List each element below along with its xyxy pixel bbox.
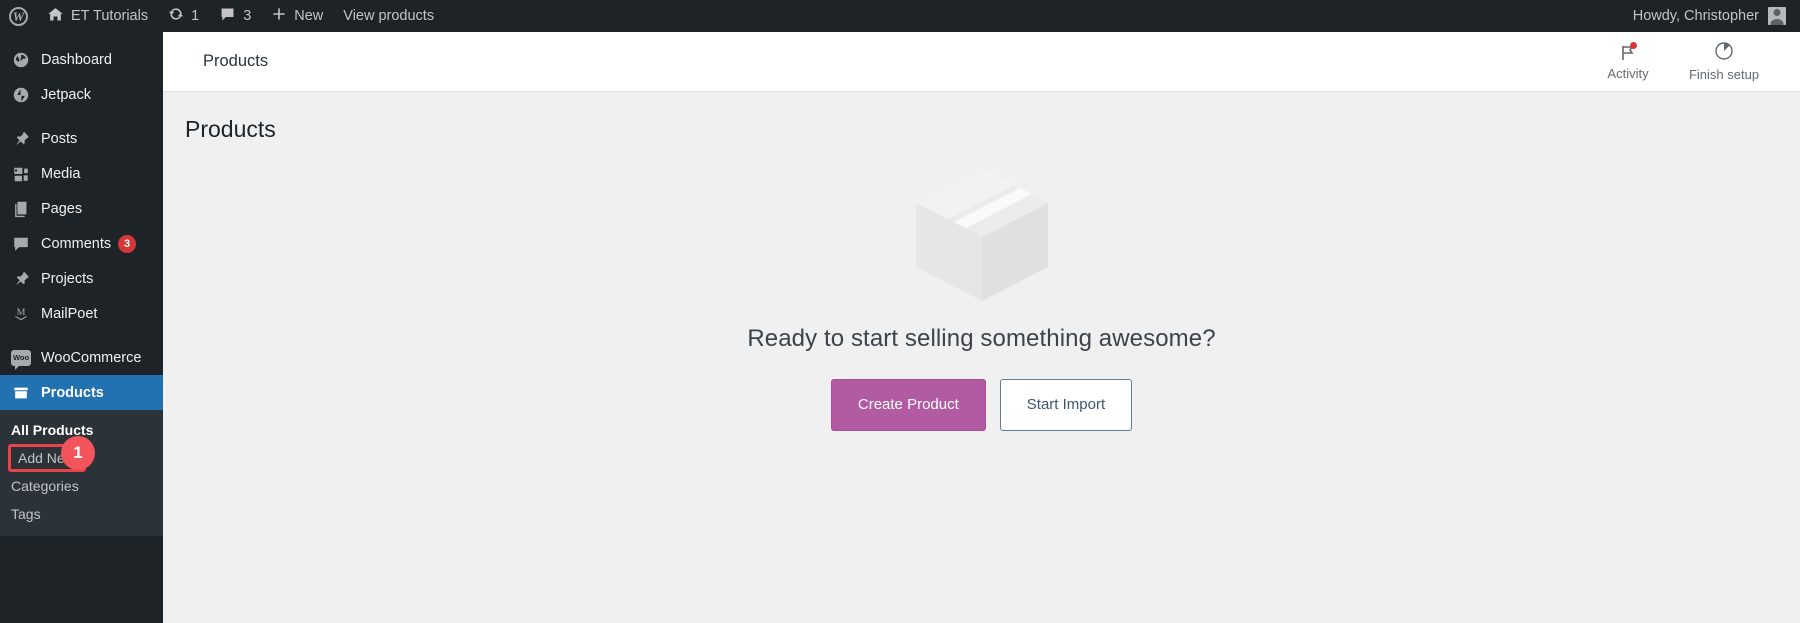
admin-bar: W ET Tutorials 1 3 New View products How… [0, 0, 1800, 32]
sidebar-item-label: Dashboard [41, 51, 112, 68]
flag-icon [1618, 41, 1638, 63]
sidebar-item-woocommerce[interactable]: Woo WooCommerce [0, 340, 163, 375]
comments-menu[interactable]: 3 [209, 0, 261, 32]
sidebar-item-label: MailPoet [41, 305, 98, 322]
empty-state-heading: Ready to start selling something awesome… [747, 324, 1216, 352]
pin-icon [11, 129, 31, 149]
mailpoet-icon: M [11, 304, 31, 324]
sidebar-item-label: Projects [41, 270, 94, 287]
woocommerce-header: Products Activity Finish setup [163, 32, 1800, 92]
finish-setup-button[interactable]: Finish setup [1676, 32, 1772, 92]
empty-state-actions: Create Product Start Import [830, 378, 1133, 431]
svg-text:M: M [17, 306, 26, 317]
create-product-button[interactable]: Create Product [830, 378, 986, 431]
user-avatar-icon [1768, 7, 1786, 25]
wordpress-logo-menu[interactable]: W [0, 0, 37, 32]
admin-sidebar: Dashboard Jetpack Posts Media Pages Comm… [0, 32, 163, 623]
package-box-icon [902, 151, 1062, 311]
sidebar-item-products[interactable]: Products [0, 375, 163, 410]
site-name-menu[interactable]: ET Tutorials [37, 0, 158, 32]
comments-badge: 3 [118, 234, 137, 253]
woocommerce-icon: Woo [11, 348, 31, 370]
sidebar-item-label: WooCommerce [41, 349, 142, 366]
sidebar-item-mailpoet[interactable]: M MailPoet [0, 296, 163, 331]
sidebar-item-label: Pages [41, 200, 83, 217]
sidebar-item-posts[interactable]: Posts [0, 121, 163, 156]
new-content-label: New [294, 8, 324, 24]
comments-count: 3 [243, 8, 252, 24]
woocommerce-header-title: Products [203, 52, 269, 70]
activity-button[interactable]: Activity [1580, 32, 1676, 92]
account-menu[interactable]: Howdy, Christopher [1633, 7, 1800, 25]
products-submenu: All Products Add New Categories Tags [0, 410, 163, 536]
view-products-link[interactable]: View products [333, 0, 444, 32]
media-icon [11, 164, 31, 184]
updates-icon [168, 6, 184, 26]
jetpack-icon [11, 85, 31, 105]
annotation-step-badge: 1 [61, 436, 95, 470]
view-products-label: View products [343, 8, 435, 24]
woo-badge-glyph: Woo [11, 349, 31, 370]
page-title: Products [185, 116, 276, 142]
pin-icon [11, 269, 31, 289]
activity-label: Activity [1607, 65, 1649, 81]
sidebar-item-media[interactable]: Media [0, 156, 163, 191]
page-body: Products Ready to start selling somethin… [163, 92, 1800, 431]
sidebar-item-pages[interactable]: Pages [0, 191, 163, 226]
sidebar-divider [0, 331, 163, 340]
finish-setup-label: Finish setup [1688, 67, 1760, 82]
progress-circle-icon [1714, 41, 1734, 64]
sidebar-item-label: Comments [41, 235, 112, 252]
plus-icon [271, 6, 287, 26]
products-icon [11, 383, 31, 403]
updates-count: 1 [191, 8, 200, 24]
products-empty-state: Ready to start selling something awesome… [163, 151, 1800, 431]
sidebar-item-label: Media [41, 165, 81, 182]
sidebar-item-comments[interactable]: Comments 3 [0, 226, 163, 261]
sidebar-item-label: Products [41, 384, 104, 401]
dashboard-icon [11, 50, 31, 70]
notification-dot-icon [1630, 41, 1637, 49]
new-content-menu[interactable]: New [261, 0, 333, 32]
howdy-label: Howdy, Christopher [1632, 8, 1759, 24]
updates-menu[interactable]: 1 [158, 0, 209, 32]
main-content: Products Activity Finish setup Products … [163, 32, 1800, 623]
pages-icon [11, 199, 31, 219]
comment-bubble-icon [11, 234, 31, 254]
sidebar-item-jetpack[interactable]: Jetpack [0, 77, 163, 112]
sidebar-item-dashboard[interactable]: Dashboard [0, 42, 163, 77]
wordpress-admin-screen: W ET Tutorials 1 3 New View products How… [0, 0, 1800, 623]
submenu-item-tags[interactable]: Tags [0, 500, 163, 528]
sidebar-item-label: Posts [41, 130, 78, 147]
sidebar-divider [0, 112, 163, 121]
submenu-item-categories[interactable]: Categories [0, 472, 163, 500]
start-import-button[interactable]: Start Import [999, 378, 1133, 431]
sidebar-item-label: Jetpack [41, 86, 91, 103]
sidebar-item-projects[interactable]: Projects [0, 261, 163, 296]
comment-bubble-icon [219, 6, 236, 27]
site-name-label: ET Tutorials [71, 8, 149, 24]
wordpress-logo-icon: W [9, 6, 28, 26]
home-icon [47, 6, 64, 27]
